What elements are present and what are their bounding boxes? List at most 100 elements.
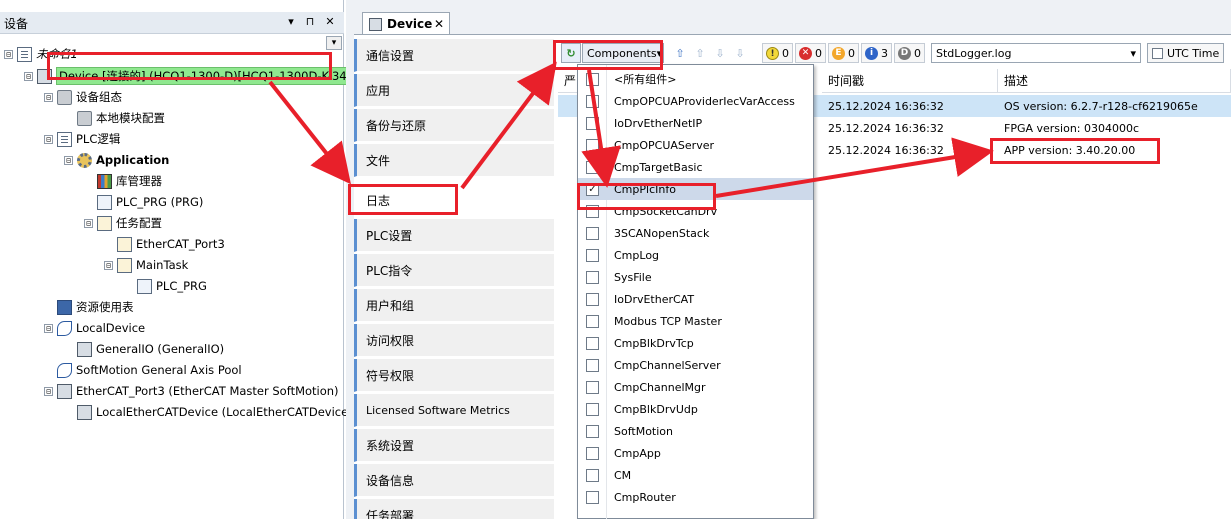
collapse-toggle-icon[interactable]: ⊟ bbox=[44, 134, 53, 144]
logger-select[interactable]: StdLogger.log ▾ bbox=[931, 43, 1141, 63]
nav-item[interactable]: Licensed Software Metrics bbox=[354, 394, 554, 427]
component-item[interactable]: CmpOPCUAServer bbox=[578, 134, 813, 156]
checkbox-icon[interactable] bbox=[586, 116, 599, 130]
nav-item[interactable]: 日志 bbox=[354, 184, 554, 217]
tree-node[interactable]: PLC_PRG (PRG) bbox=[84, 192, 203, 212]
tab-device[interactable]: Device ✕ bbox=[362, 12, 450, 35]
tree-node[interactable]: ⊟ LocalDevice bbox=[44, 318, 145, 338]
checkbox-icon[interactable] bbox=[586, 248, 599, 262]
component-item[interactable]: CmpApp bbox=[578, 442, 813, 464]
severity-filter-warn[interactable]: ! 0 bbox=[762, 43, 793, 63]
jump-last-icon[interactable]: ⇩ bbox=[730, 43, 750, 63]
component-item[interactable]: CM bbox=[578, 464, 813, 486]
checkbox-icon[interactable] bbox=[586, 138, 599, 152]
component-item[interactable]: Modbus TCP Master bbox=[578, 310, 813, 332]
utc-time-checkbox[interactable]: UTC Time bbox=[1147, 43, 1225, 63]
collapse-toggle-icon[interactable]: ⊟ bbox=[104, 260, 113, 270]
severity-filter-info[interactable]: i3 bbox=[861, 43, 892, 63]
component-item[interactable]: 3SCANopenStack bbox=[578, 222, 813, 244]
nav-item[interactable]: 设备信息 bbox=[354, 464, 554, 497]
pane-menu-icon[interactable]: ▾ bbox=[284, 15, 298, 28]
component-item[interactable]: CmpChannelServer bbox=[578, 354, 813, 376]
component-item[interactable]: CmpBlkDrvUdp bbox=[578, 398, 813, 420]
collapse-toggle-icon[interactable]: ⊟ bbox=[24, 71, 33, 81]
collapse-toggle-icon[interactable]: ⊟ bbox=[44, 386, 53, 396]
pane-close-icon[interactable]: ✕ bbox=[323, 15, 337, 28]
tree-scroll-dropdown-icon[interactable]: ▾ bbox=[326, 36, 342, 50]
tab-close-icon[interactable]: ✕ bbox=[434, 17, 444, 31]
component-item[interactable]: <所有组件> bbox=[578, 68, 813, 90]
refresh-icon[interactable]: ↻ bbox=[561, 43, 581, 63]
component-item[interactable]: CmpLog bbox=[578, 244, 813, 266]
tree-node[interactable]: ⊟ Device [连接的] (HCQ1-1300-D)[HCQ1-1300D-K… bbox=[24, 66, 387, 86]
tree-node[interactable]: ⊟ 设备组态 bbox=[44, 87, 122, 107]
checkbox-icon[interactable] bbox=[586, 358, 599, 372]
severity-filter-err[interactable]: ✕ 0 bbox=[795, 43, 826, 63]
checkbox-icon[interactable] bbox=[586, 490, 599, 504]
tree-node[interactable]: ⊟ MainTask bbox=[104, 255, 188, 275]
tree-node[interactable]: ⊟ Application bbox=[64, 150, 169, 170]
column-timestamp[interactable]: 时间戳 bbox=[822, 69, 998, 93]
tree-node[interactable]: GeneralIO (GeneralIO) bbox=[64, 339, 224, 359]
checkbox-icon[interactable] bbox=[586, 424, 599, 438]
severity-filter-dbg[interactable]: D0 bbox=[894, 43, 925, 63]
checkbox-icon[interactable] bbox=[586, 160, 599, 174]
nav-item[interactable]: 文件 bbox=[354, 144, 554, 177]
components-dropdown[interactable]: Components ▾ bbox=[582, 43, 664, 63]
tree-node[interactable]: PLC_PRG bbox=[124, 276, 207, 296]
jump-first-icon[interactable]: ⇧ bbox=[670, 43, 690, 63]
tree-node[interactable]: SoftMotion General Axis Pool bbox=[44, 360, 242, 380]
checkbox-icon[interactable] bbox=[586, 336, 599, 350]
nav-item[interactable]: 符号权限 bbox=[354, 359, 554, 392]
nav-item[interactable]: 通信设置 bbox=[354, 39, 554, 72]
component-item[interactable]: SysFile bbox=[578, 266, 813, 288]
component-item[interactable]: IoDrvEtherCAT bbox=[578, 288, 813, 310]
column-description[interactable]: 描述 bbox=[998, 69, 1231, 93]
checkbox-icon[interactable] bbox=[586, 446, 599, 460]
component-item[interactable]: ✓ CmpPlcInfo bbox=[578, 178, 813, 200]
collapse-toggle-icon[interactable]: ⊟ bbox=[84, 218, 93, 228]
checkbox-icon[interactable] bbox=[586, 94, 599, 108]
nav-item[interactable]: PLC指令 bbox=[354, 254, 554, 287]
component-item[interactable]: SoftMotion bbox=[578, 420, 813, 442]
nav-item[interactable]: 备份与还原 bbox=[354, 109, 554, 142]
pane-pin-icon[interactable]: ⊓ bbox=[303, 15, 317, 28]
checkbox-icon[interactable] bbox=[586, 314, 599, 328]
component-item[interactable]: IoDrvEtherNetIP bbox=[578, 112, 813, 134]
tree-node[interactable]: 库管理器 bbox=[84, 171, 162, 191]
checkbox-icon[interactable] bbox=[586, 72, 599, 86]
collapse-toggle-icon[interactable]: ⊟ bbox=[4, 49, 13, 59]
component-item[interactable]: CmpChannelMgr bbox=[578, 376, 813, 398]
tree-node[interactable]: EtherCAT_Port3 bbox=[104, 234, 225, 254]
tree-node[interactable]: LocalEtherCATDevice (LocalEtherCATDevice… bbox=[64, 402, 353, 422]
tree-node[interactable]: ⊟ 未命名1 bbox=[4, 44, 78, 64]
checkbox-icon[interactable] bbox=[586, 226, 599, 240]
component-item[interactable]: CmpTargetBasic bbox=[578, 156, 813, 178]
jump-down-icon[interactable]: ⇩ bbox=[710, 43, 730, 63]
severity-filter-exc[interactable]: E0 bbox=[828, 43, 859, 63]
tree-node[interactable]: ⊟ 任务配置 bbox=[84, 213, 162, 233]
tree-node[interactable]: 本地模块配置 bbox=[64, 108, 165, 128]
nav-item[interactable]: PLC设置 bbox=[354, 219, 554, 252]
checkbox-icon[interactable] bbox=[586, 270, 599, 284]
jump-up-icon[interactable]: ⇧ bbox=[690, 43, 710, 63]
nav-item[interactable]: 访问权限 bbox=[354, 324, 554, 357]
collapse-toggle-icon[interactable]: ⊟ bbox=[44, 323, 53, 333]
nav-item[interactable]: 应用 bbox=[354, 74, 554, 107]
nav-item[interactable]: 任务部署 bbox=[354, 499, 554, 519]
checkbox-checked-icon[interactable]: ✓ bbox=[586, 182, 599, 196]
checkbox-icon[interactable] bbox=[586, 292, 599, 306]
component-item[interactable]: CmpOPCUAProviderIecVarAccess bbox=[578, 90, 813, 112]
checkbox-icon[interactable] bbox=[586, 402, 599, 416]
checkbox-icon[interactable] bbox=[586, 204, 599, 218]
tree-node[interactable]: ⊟ PLC逻辑 bbox=[44, 129, 120, 149]
checkbox-icon[interactable] bbox=[586, 468, 599, 482]
component-item[interactable]: CmpBlkDrvTcp bbox=[578, 332, 813, 354]
nav-item[interactable]: 系统设置 bbox=[354, 429, 554, 462]
collapse-toggle-icon[interactable]: ⊟ bbox=[64, 155, 73, 165]
collapse-toggle-icon[interactable]: ⊟ bbox=[44, 92, 53, 102]
component-item[interactable]: CmpRouter bbox=[578, 486, 813, 508]
tree-node[interactable]: ⊟ EtherCAT_Port3 (EtherCAT Master SoftMot… bbox=[44, 381, 339, 401]
checkbox-icon[interactable] bbox=[586, 380, 599, 394]
component-item[interactable]: CmpSocketCanDrv bbox=[578, 200, 813, 222]
